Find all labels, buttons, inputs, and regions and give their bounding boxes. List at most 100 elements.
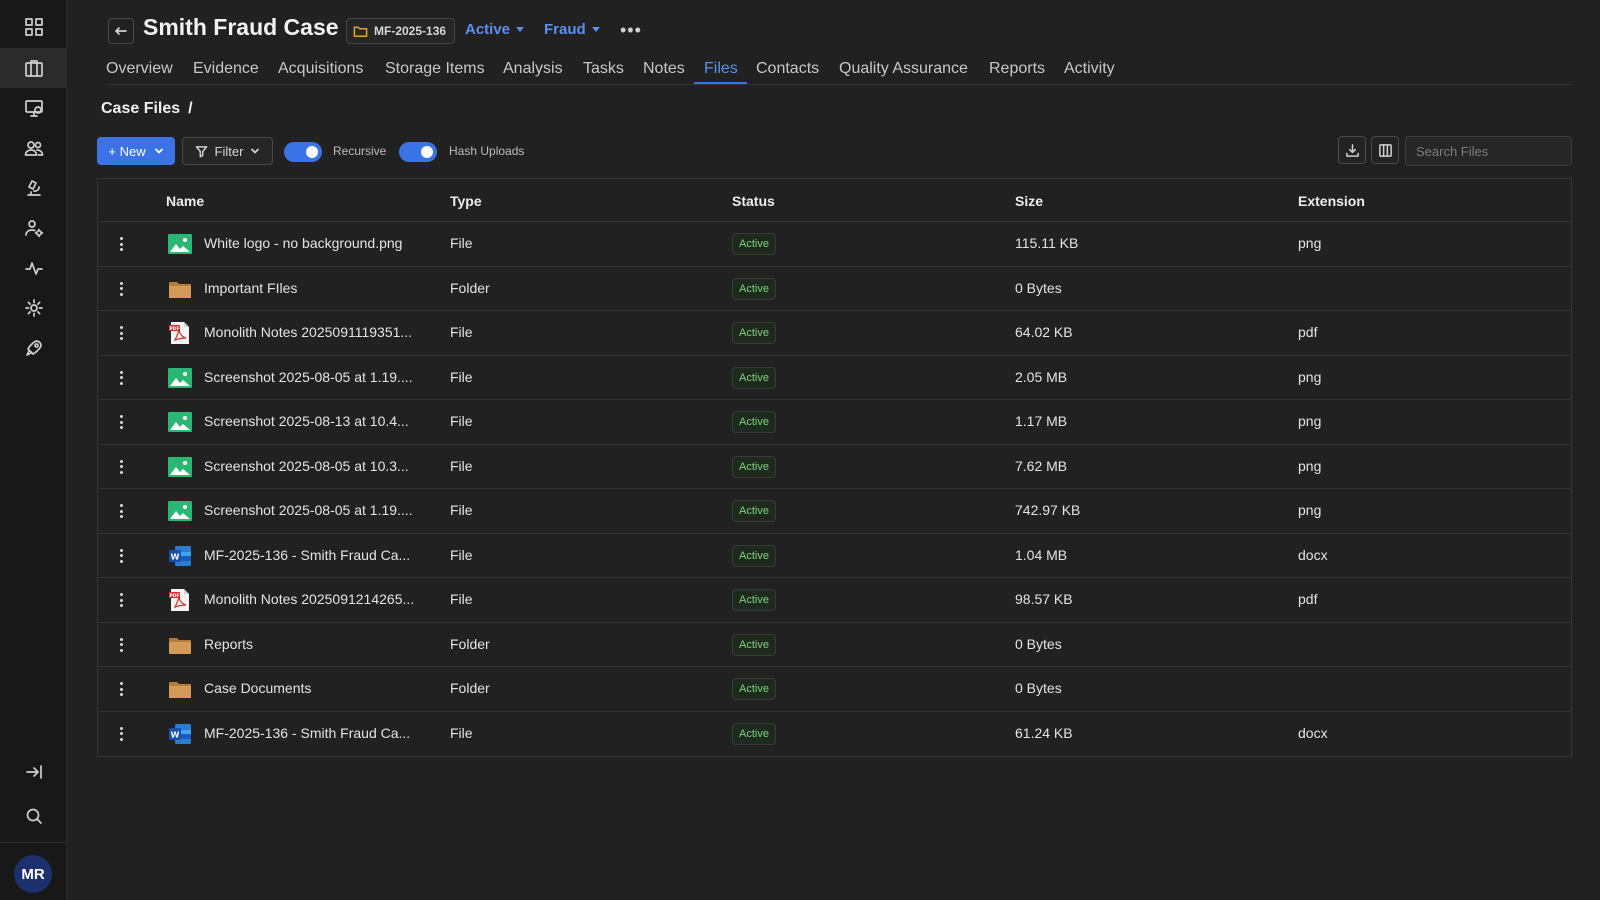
sidebar-search-button[interactable] bbox=[0, 796, 67, 836]
tab-analysis[interactable]: Analysis bbox=[503, 60, 563, 78]
sidebar-item-lab[interactable] bbox=[0, 168, 67, 208]
image-file-icon bbox=[168, 456, 192, 477]
file-name[interactable]: Monolith Notes 2025091214265... bbox=[204, 591, 414, 607]
table-row[interactable]: Reports Folder Active 0 Bytes bbox=[98, 623, 1571, 667]
more-options-button[interactable]: ••• bbox=[620, 20, 642, 41]
recursive-toggle[interactable] bbox=[284, 142, 322, 162]
row-actions-menu-button[interactable] bbox=[113, 634, 129, 656]
file-type: Folder bbox=[450, 279, 490, 296]
filter-button[interactable]: Filter bbox=[182, 137, 273, 165]
file-extension: png bbox=[1298, 502, 1322, 518]
table-row[interactable]: Screenshot 2025-08-05 at 10.3... File Acti… bbox=[98, 445, 1571, 489]
file-type: File bbox=[450, 413, 473, 429]
file-name[interactable]: Important FIles bbox=[204, 280, 297, 296]
file-name[interactable]: Screenshot 2025-08-13 at 10.4... bbox=[204, 413, 409, 429]
tab-activity[interactable]: Activity bbox=[1064, 60, 1115, 78]
svg-text:W: W bbox=[171, 552, 180, 561]
file-name[interactable]: Monolith Notes 2025091119351... bbox=[204, 324, 412, 340]
caret-down-icon bbox=[516, 27, 525, 32]
row-actions-menu-button[interactable] bbox=[113, 278, 129, 300]
sidebar-item-evidence[interactable] bbox=[0, 88, 67, 128]
file-name[interactable]: MF-2025-136 - Smith Fraud Ca... bbox=[204, 547, 410, 563]
table-row[interactable]: Case Documents Folder Active 0 Bytes bbox=[98, 667, 1571, 712]
filter-funnel-icon bbox=[195, 145, 207, 157]
case-type-dropdown[interactable]: Fraud bbox=[544, 21, 600, 38]
sidebar-item-users[interactable] bbox=[0, 208, 67, 248]
table-row[interactable]: White logo - no background.png File Active… bbox=[98, 222, 1571, 267]
file-name[interactable]: Case Documents bbox=[204, 680, 311, 696]
file-size: 61.24 KB bbox=[1015, 724, 1073, 741]
file-name[interactable]: Screenshot 2025-08-05 at 1.19.... bbox=[204, 502, 413, 518]
file-name[interactable]: White logo - no background.png bbox=[204, 235, 402, 251]
hash-uploads-toggle[interactable] bbox=[399, 142, 437, 162]
pdf-file-icon: PDF bbox=[169, 589, 189, 611]
row-actions-menu-button[interactable] bbox=[113, 322, 129, 344]
row-actions-menu-button[interactable] bbox=[113, 500, 129, 522]
tab-tasks[interactable]: Tasks bbox=[583, 60, 624, 78]
back-button[interactable] bbox=[108, 18, 134, 44]
tab-overview[interactable]: Overview bbox=[106, 60, 173, 78]
active-tab-indicator bbox=[694, 82, 747, 84]
file-type-icon bbox=[168, 499, 192, 523]
sidebar-item-activity[interactable] bbox=[0, 248, 67, 288]
status-dropdown[interactable]: Active bbox=[465, 21, 525, 38]
row-actions-menu-button[interactable] bbox=[113, 723, 129, 745]
tab-storage-items[interactable]: Storage Items bbox=[385, 60, 485, 78]
hash-uploads-label: Hash Uploads bbox=[449, 144, 525, 158]
table-row[interactable]: Important FIles Folder Active 0 Bytes bbox=[98, 267, 1571, 311]
column-header-status[interactable]: Status bbox=[732, 193, 775, 209]
toggle-knob bbox=[306, 146, 318, 158]
tab-files[interactable]: Files bbox=[704, 60, 738, 78]
file-name[interactable]: Screenshot 2025-08-05 at 1.19.... bbox=[204, 369, 413, 385]
row-actions-menu-button[interactable] bbox=[113, 545, 129, 567]
table-row[interactable]: PDF Monolith Notes 2025091214265... File Ac… bbox=[98, 578, 1571, 623]
row-actions-menu-button[interactable] bbox=[113, 678, 129, 700]
new-button[interactable]: + New bbox=[97, 137, 175, 165]
row-actions-menu-button[interactable] bbox=[113, 456, 129, 478]
column-header-extension[interactable]: Extension bbox=[1298, 193, 1365, 209]
file-name[interactable]: Reports bbox=[204, 636, 253, 652]
file-size: 0 Bytes bbox=[1015, 635, 1062, 652]
search-files-input[interactable] bbox=[1405, 136, 1572, 166]
table-row[interactable]: Screenshot 2025-08-13 at 10.4... File Acti… bbox=[98, 400, 1571, 445]
toggle-knob bbox=[421, 146, 433, 158]
tab-evidence[interactable]: Evidence bbox=[193, 60, 259, 78]
case-number-badge: MF-2025-136 bbox=[346, 18, 456, 44]
sidebar-item-contacts[interactable] bbox=[0, 128, 67, 168]
table-row[interactable]: W MF-2025-136 - Smith Fraud Ca... File Acti… bbox=[98, 712, 1571, 757]
user-avatar[interactable]: MR bbox=[14, 855, 52, 893]
tab-acquisitions[interactable]: Acquisitions bbox=[278, 60, 363, 78]
sidebar-item-dashboard[interactable] bbox=[0, 7, 67, 47]
sidebar-item-settings[interactable] bbox=[0, 288, 67, 328]
breadcrumb-root[interactable]: Case Files bbox=[101, 100, 180, 117]
table-row[interactable]: Screenshot 2025-08-05 at 1.19.... File Act… bbox=[98, 356, 1571, 400]
file-name[interactable]: MF-2025-136 - Smith Fraud Ca... bbox=[204, 725, 410, 741]
tab-reports[interactable]: Reports bbox=[989, 60, 1045, 78]
file-name[interactable]: Screenshot 2025-08-05 at 10.3... bbox=[204, 458, 409, 474]
tab-notes[interactable]: Notes bbox=[643, 60, 685, 78]
file-type: File bbox=[450, 502, 473, 518]
table-row[interactable]: W MF-2025-136 - Smith Fraud Ca... File Acti… bbox=[98, 534, 1571, 578]
row-actions-menu-button[interactable] bbox=[113, 411, 129, 433]
row-actions-menu-button[interactable] bbox=[113, 367, 129, 389]
row-actions-menu-button[interactable] bbox=[113, 233, 129, 255]
column-header-size[interactable]: Size bbox=[1015, 193, 1043, 209]
sidebar-item-cases[interactable] bbox=[0, 48, 67, 88]
column-header-type[interactable]: Type bbox=[450, 193, 482, 209]
pdf-file-icon: PDF bbox=[169, 322, 189, 344]
column-header-name[interactable]: Name bbox=[166, 193, 204, 209]
tabs-divider bbox=[106, 84, 1572, 85]
tab-quality-assurance[interactable]: Quality Assurance bbox=[839, 60, 968, 78]
file-type-icon: W bbox=[168, 722, 192, 746]
sidebar-item-launch[interactable] bbox=[0, 328, 67, 368]
page-title: Smith Fraud Case bbox=[143, 14, 339, 40]
status-badge: Active bbox=[732, 678, 776, 700]
folder-icon bbox=[169, 281, 191, 298]
sidebar-collapse-button[interactable] bbox=[0, 752, 67, 792]
download-button[interactable] bbox=[1338, 136, 1366, 164]
table-row[interactable]: PDF Monolith Notes 2025091119351... File Ac… bbox=[98, 311, 1571, 356]
table-row[interactable]: Screenshot 2025-08-05 at 1.19.... File Act… bbox=[98, 489, 1571, 534]
row-actions-menu-button[interactable] bbox=[113, 589, 129, 611]
tab-contacts[interactable]: Contacts bbox=[756, 60, 819, 78]
columns-button[interactable] bbox=[1371, 136, 1399, 164]
